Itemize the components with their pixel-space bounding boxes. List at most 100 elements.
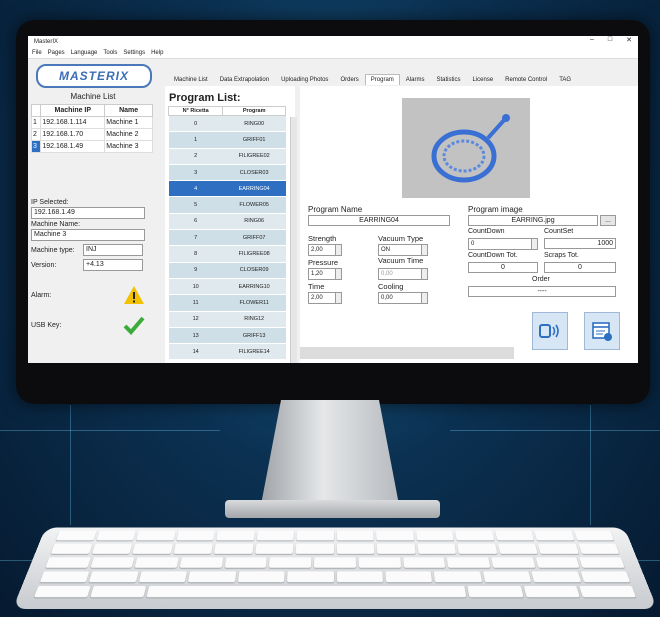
strength-stepper[interactable]: 2,00 [308,244,342,256]
table-row[interactable]: 2 FILIGREE02 [168,148,286,165]
background-line [0,430,220,431]
order-field[interactable]: ---- [468,286,616,297]
table-row[interactable]: 2 192.168.1.70 Machine 2 [30,128,153,141]
table-row[interactable]: 5 FLOWER05 [168,196,286,214]
recipe-number: 1 [168,131,223,149]
table-row[interactable]: 12 RING12 [168,311,286,328]
scraps-tot-field[interactable]: 0 [544,262,616,273]
time-stepper[interactable]: 2,00 [308,292,342,304]
recipe-number: 13 [168,327,223,345]
program-name-label: Program Name [308,205,363,214]
tab-data-extrapolation[interactable]: Data Extrapolation [214,74,275,85]
menu-pages[interactable]: Pages [48,50,65,56]
recipe-number: 10 [168,278,223,296]
recipe-number: 7 [168,229,223,247]
table-row[interactable]: 3 192.168.1.49 Machine 3 [30,140,153,153]
close-button[interactable]: ✕ [626,36,632,44]
tab-license[interactable]: License [466,74,499,85]
menu-tools[interactable]: Tools [103,50,117,56]
menu-language[interactable]: Language [71,50,98,56]
keyboard [12,527,658,609]
browse-image-button[interactable]: ... [600,215,616,226]
menu-settings[interactable]: Settings [123,50,145,56]
window-title: MasterIX [34,39,59,45]
countdown-tot-field[interactable]: 0 [468,262,538,273]
tab-statistics[interactable]: Statistics [430,74,466,85]
table-row[interactable]: 6 RING06 [168,213,286,231]
recipe-number: 8 [168,245,223,263]
recipe-number: 6 [168,213,223,231]
table-row[interactable]: 0 RING00 [168,115,286,133]
recipe-number: 11 [168,294,223,312]
program-list-scrollbar[interactable] [290,117,297,363]
new-program-button[interactable] [584,312,620,350]
calendar-add-icon [592,322,612,341]
background-line [70,405,71,525]
table-row[interactable]: 1 GRIFF01 [168,131,286,149]
earring-photo [431,114,510,183]
recipe-number: 4 [168,180,223,198]
tab-remote-control[interactable]: Remote Control [499,74,553,85]
tab-tag[interactable]: TAG [553,74,577,85]
program-name-cell: GRIFF13 [222,327,286,345]
ip-selected-label: IP Selected: [31,199,69,206]
program-name-field[interactable]: EARRING04 [308,215,450,226]
column-header [30,104,42,117]
countdown-tot-label: CountDown Tot. [468,252,518,259]
program-image-field[interactable]: EARRING.jpg [468,215,598,226]
maximize-button[interactable]: □ [608,36,612,44]
countdown-stepper[interactable]: 0 [468,238,538,250]
machine-ip: 192.168.1.114 [40,116,106,129]
nfc-button[interactable] [532,312,568,350]
table-row[interactable]: 8 FILIGREE08 [168,245,286,263]
version-field[interactable]: +4.13 [83,259,143,271]
table-row[interactable]: 7 GRIFF07 [168,229,286,247]
program-name-cell: CLOSER03 [222,164,286,182]
table-row[interactable]: 9 CLOSER09 [168,262,286,279]
tab-orders[interactable]: Orders [334,74,364,85]
checkmark-icon [123,316,145,335]
recipe-number: 12 [168,311,223,328]
ip-selected-field[interactable]: 192.168.1.49 [31,207,145,219]
table-row[interactable]: 10 EARRING10 [168,278,286,296]
vacuum-time-label: Vacuum Time [378,256,424,265]
program-list-title: Program List: [169,92,241,104]
countset-label: CountSet [544,228,574,235]
countset-field[interactable]: 1000 [544,238,616,249]
tab-uploading-photos[interactable]: Uploading Photos [275,74,334,85]
table-row[interactable]: 1 192.168.1.114 Machine 1 [30,116,153,129]
menu-file[interactable]: File [32,50,42,56]
machine-panel: MASTERIX Machine List Machine IP Name 1 … [28,60,158,363]
column-header: Name [104,104,153,117]
table-row[interactable]: 3 CLOSER03 [168,164,286,182]
program-name-cell: EARRING10 [222,278,286,296]
program-name-cell: FLOWER11 [222,294,286,312]
masterix-logo: MASTERIX [36,64,152,88]
nfc-icon [539,324,559,338]
minimize-button[interactable]: – [590,36,594,44]
menu-bar: File Pages Language Tools Settings Help [28,48,638,59]
warning-icon [124,286,144,304]
cooling-stepper[interactable]: 0,00 [378,292,428,304]
machine-list-title: Machine List [70,92,116,101]
program-name-cell: FILIGREE02 [222,148,286,165]
machine-type-field[interactable]: INJ [83,244,143,256]
tab-program[interactable]: Program [364,74,400,85]
vacuum-type-select[interactable]: ON [378,244,428,256]
vacuum-time-stepper[interactable]: 0,00 [378,268,428,280]
machine-ip: 192.168.1.70 [40,128,106,141]
table-row[interactable]: 11 FLOWER11 [168,294,286,312]
countdown-label: CountDown [468,228,505,235]
table-row-selected[interactable]: 4 EARRING04 [168,180,286,198]
menu-help[interactable]: Help [151,50,163,56]
machine-ip: 192.168.1.49 [40,140,106,153]
pressure-stepper[interactable]: 1,20 [308,268,342,280]
machine-name-field[interactable]: Machine 3 [31,229,145,241]
table-row[interactable]: 13 GRIFF13 [168,327,286,345]
tab-machine-list[interactable]: Machine List [168,74,214,85]
order-label: Order [532,276,550,283]
column-header: Machine IP [40,104,106,117]
table-row[interactable]: 14 FILIGREE14 [168,343,286,361]
tab-alarms[interactable]: Alarms [400,74,431,85]
program-name-cell: FILIGREE08 [222,245,286,263]
